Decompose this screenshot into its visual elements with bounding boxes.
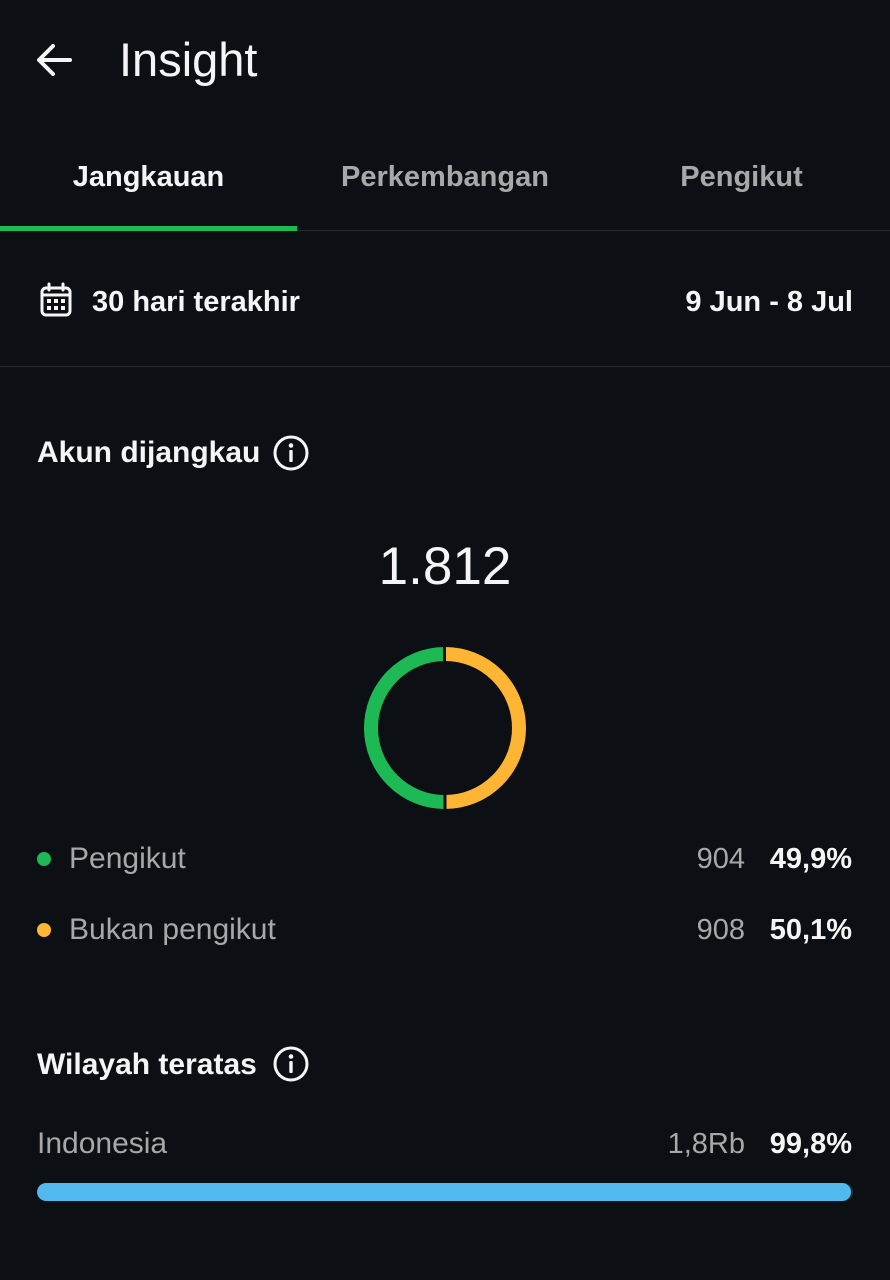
legend-dot-followers [37,852,51,866]
info-icon[interactable] [272,1045,310,1083]
date-range-label: 30 hari terakhir [92,286,300,318]
back-button[interactable] [28,34,80,86]
legend-percent: 49,9% [769,843,852,875]
tab-bar: Jangkauan Perkembangan Pengikut [0,124,890,231]
region-row-indonesia: Indonesia 1,8Rb 99,8% [0,1124,890,1214]
arrow-left-icon [37,44,72,76]
legend-label: Bukan pengikut [69,913,276,946]
reach-total: 1.812 [378,537,512,596]
legend-count: 908 [696,914,745,946]
region-count: 1,8Rb [667,1128,745,1160]
donut-slice-pengikut [364,647,446,809]
date-range-selector[interactable]: 30 hari terakhir 9 Jun - 8 Jul [0,231,890,367]
region-progress-fill [37,1183,852,1201]
region-label: Indonesia [37,1127,168,1160]
page-title: Insight [119,33,258,86]
tab-pengikut[interactable]: Pengikut [593,124,890,231]
legend-dot-non-followers [37,923,51,937]
regions-section-title: Wilayah teratas [37,1048,257,1081]
region-progress-track [37,1183,853,1201]
calendar-icon [40,282,72,317]
legend-row-non-followers: Bukan pengikut 908 50,1% [0,907,890,953]
donut-slice-bukan-pengikut [444,647,526,809]
reach-donut-chart [364,645,526,811]
date-range-dates: 9 Jun - 8 Jul [685,286,853,318]
tab-jangkauan[interactable]: Jangkauan [0,124,297,231]
legend-percent: 50,1% [769,914,852,946]
legend-count: 904 [696,843,745,875]
legend-row-followers: Pengikut 904 49,9% [0,836,890,882]
tab-perkembangan[interactable]: Perkembangan [297,124,593,231]
app-header: Insight [0,0,890,124]
info-icon[interactable] [272,434,310,472]
legend-label: Pengikut [69,842,186,875]
region-percent: 99,8% [769,1128,852,1160]
reach-section-title: Akun dijangkau [37,436,261,469]
